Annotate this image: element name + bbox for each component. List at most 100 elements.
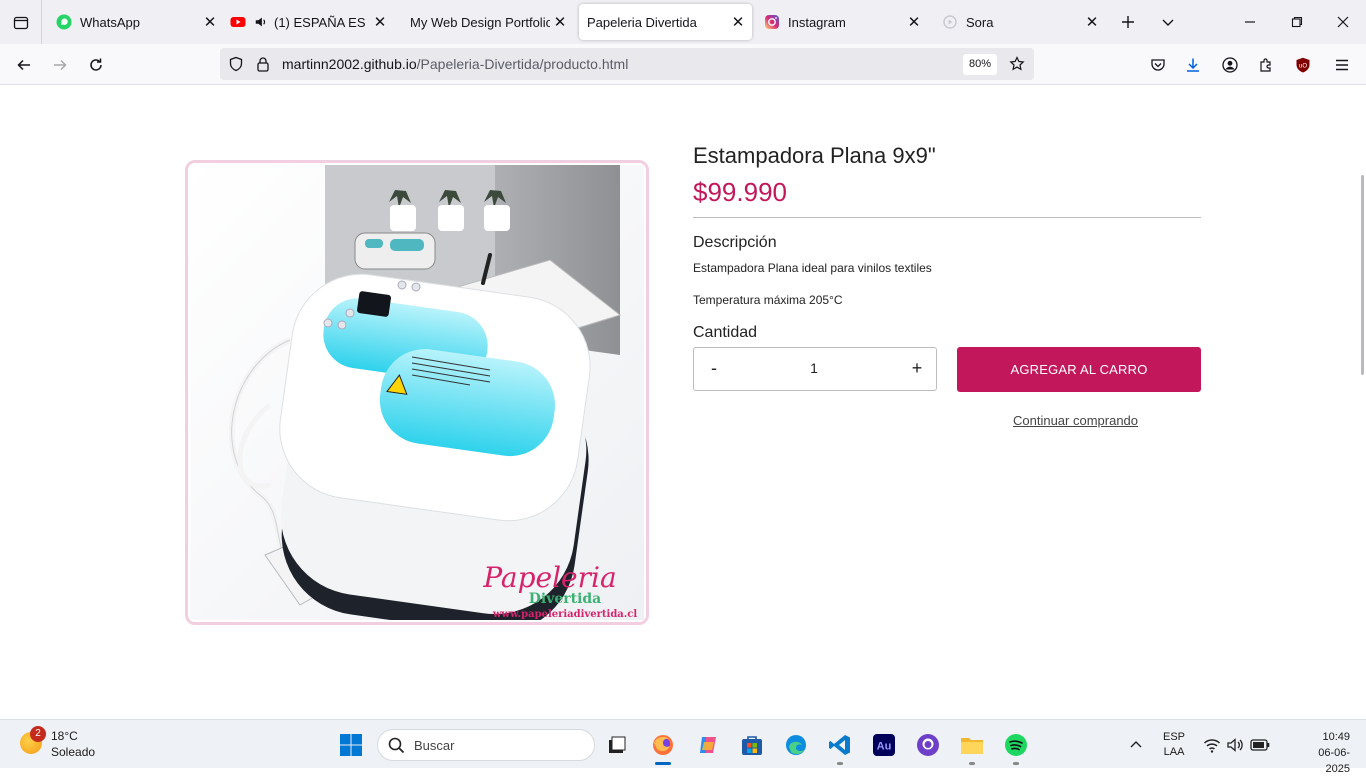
system-clock[interactable]: 10:49 06-06-2025: [1296, 729, 1350, 777]
tab-instagram[interactable]: Instagram ✕: [764, 4, 924, 40]
ublock-button[interactable]: uO: [1290, 52, 1316, 78]
add-to-cart-button[interactable]: AGREGAR AL CARRO: [957, 347, 1201, 392]
weather-temperature: 18°C: [51, 729, 78, 743]
product-image-frame: Papeleria Divertida www.papeleriadiverti…: [185, 160, 649, 625]
clock-date: 06-06-2025: [1318, 747, 1350, 775]
ublock-shield-icon: uO: [1296, 57, 1310, 73]
product-title: Estampadora Plana 9x9": [693, 143, 936, 168]
show-hidden-icons-button[interactable]: [1123, 732, 1149, 758]
new-tab-button[interactable]: [1116, 10, 1140, 34]
tab-overflow-button[interactable]: [1156, 10, 1180, 34]
copilot-taskbar-button[interactable]: [695, 732, 721, 758]
forward-button[interactable]: [47, 52, 73, 78]
close-icon: [1337, 16, 1349, 28]
description-line: Temperatura máxima 205°C: [693, 293, 843, 307]
close-tab-icon[interactable]: ✕: [370, 12, 390, 32]
app-menu-button[interactable]: [1329, 52, 1355, 78]
zoom-level-badge[interactable]: 80%: [963, 54, 998, 75]
tab-title: Sora: [966, 14, 994, 30]
spotify-taskbar-button[interactable]: [1003, 732, 1029, 758]
svg-text:Divertida: Divertida: [529, 591, 602, 607]
downloads-button[interactable]: [1180, 52, 1206, 78]
product-price: $99.990: [693, 177, 787, 207]
svg-text:Au: Au: [877, 741, 892, 753]
extensions-button[interactable]: [1253, 52, 1279, 78]
tab-list-icon: [13, 16, 28, 30]
search-icon: [388, 737, 405, 754]
restore-button[interactable]: [1285, 10, 1309, 34]
volume-button[interactable]: [1222, 732, 1248, 758]
start-button[interactable]: [338, 732, 364, 758]
close-window-button[interactable]: [1331, 10, 1355, 34]
plus-icon: [1122, 16, 1134, 28]
close-tab-icon[interactable]: ✕: [904, 12, 924, 32]
vscode-taskbar-button[interactable]: [827, 732, 853, 758]
battery-icon: [1250, 739, 1270, 751]
hamburger-menu-icon: [1336, 59, 1348, 71]
pocket-icon: [1151, 59, 1165, 71]
address-bar[interactable]: martinn2002.github.io/Papeleria-Divertid…: [220, 48, 1034, 80]
account-button[interactable]: [1217, 52, 1243, 78]
svg-text:www.papeleriadivertida.cl: www.papeleriadivertida.cl: [492, 609, 638, 620]
tab-papeleria-divertida[interactable]: Papeleria Divertida ✕: [579, 4, 752, 40]
instagram-icon: [765, 15, 779, 29]
bookmark-star-icon[interactable]: [1009, 56, 1025, 72]
reload-button[interactable]: [83, 52, 109, 78]
running-indicator: [655, 762, 671, 765]
notification-badge: 2: [30, 726, 46, 742]
github-desktop-taskbar-button[interactable]: [915, 732, 941, 758]
wifi-icon: [1203, 739, 1221, 753]
sora-icon: [943, 15, 957, 29]
back-button[interactable]: [11, 52, 37, 78]
volume-icon: [1227, 738, 1243, 752]
increase-quantity-button[interactable]: +: [906, 358, 928, 380]
pocket-button[interactable]: [1145, 52, 1171, 78]
close-tab-icon[interactable]: ✕: [200, 12, 220, 32]
edge-taskbar-button[interactable]: [783, 732, 809, 758]
url-path: /Papeleria-Divertida/producto.html: [416, 56, 629, 72]
close-tab-icon[interactable]: ✕: [1082, 12, 1102, 32]
restore-icon: [1291, 16, 1303, 28]
decrease-quantity-button[interactable]: -: [704, 358, 724, 380]
firefox-taskbar-button[interactable]: [650, 732, 676, 758]
tab-sora[interactable]: Sora ✕: [942, 4, 1102, 40]
continue-shopping-link[interactable]: Continuar comprando: [1013, 413, 1138, 428]
windows-logo-icon: [340, 734, 362, 756]
divider: [693, 217, 1201, 218]
microsoft-store-taskbar-button[interactable]: [739, 732, 765, 758]
taskbar-search[interactable]: Buscar: [377, 729, 595, 761]
speaker-icon[interactable]: [254, 15, 268, 29]
tab-whatsapp[interactable]: WhatsApp ✕: [52, 4, 220, 40]
youtube-icon: [230, 17, 246, 27]
lock-icon[interactable]: [256, 56, 270, 72]
tab-portfolio[interactable]: My Web Design Portfolio ✕: [410, 4, 570, 40]
page-scrollbar[interactable]: [1361, 175, 1364, 375]
tab-youtube[interactable]: (1) ESPAÑA ES LA R ✕: [230, 4, 390, 40]
windows-taskbar: 2 18°C Soleado Buscar Au ESP LAA 10:49 0…: [0, 719, 1366, 775]
keyboard-layout: LAA: [1163, 746, 1185, 758]
firefox-icon: [653, 735, 673, 755]
close-tab-icon[interactable]: ✕: [550, 12, 570, 32]
file-explorer-taskbar-button[interactable]: [959, 732, 985, 758]
navigation-toolbar: martinn2002.github.io/Papeleria-Divertid…: [0, 44, 1366, 85]
product-photo: Papeleria Divertida www.papeleriadiverti…: [190, 165, 644, 620]
description-line: Estampadora Plana ideal para vinilos tex…: [693, 261, 932, 275]
quantity-input[interactable]: 1: [794, 360, 834, 376]
minimize-icon: [1245, 21, 1255, 23]
list-all-tabs-button[interactable]: [0, 0, 42, 44]
url-text[interactable]: martinn2002.github.io/Papeleria-Divertid…: [282, 56, 628, 72]
url-host: martinn2002.github.io: [282, 56, 417, 72]
close-tab-icon[interactable]: ✕: [728, 12, 748, 32]
download-icon: [1187, 58, 1199, 72]
shield-icon[interactable]: [228, 56, 244, 72]
tab-title: Instagram: [788, 14, 846, 30]
minimize-button[interactable]: [1238, 10, 1262, 34]
search-placeholder: Buscar: [414, 738, 455, 753]
running-indicator: [969, 762, 975, 765]
audition-taskbar-button[interactable]: Au: [871, 732, 897, 758]
input-language-indicator[interactable]: ESP LAA: [1163, 730, 1185, 760]
battery-button[interactable]: [1247, 732, 1273, 758]
reload-icon: [90, 58, 102, 71]
task-view-button[interactable]: [604, 732, 630, 758]
puzzle-icon: [1260, 58, 1271, 72]
